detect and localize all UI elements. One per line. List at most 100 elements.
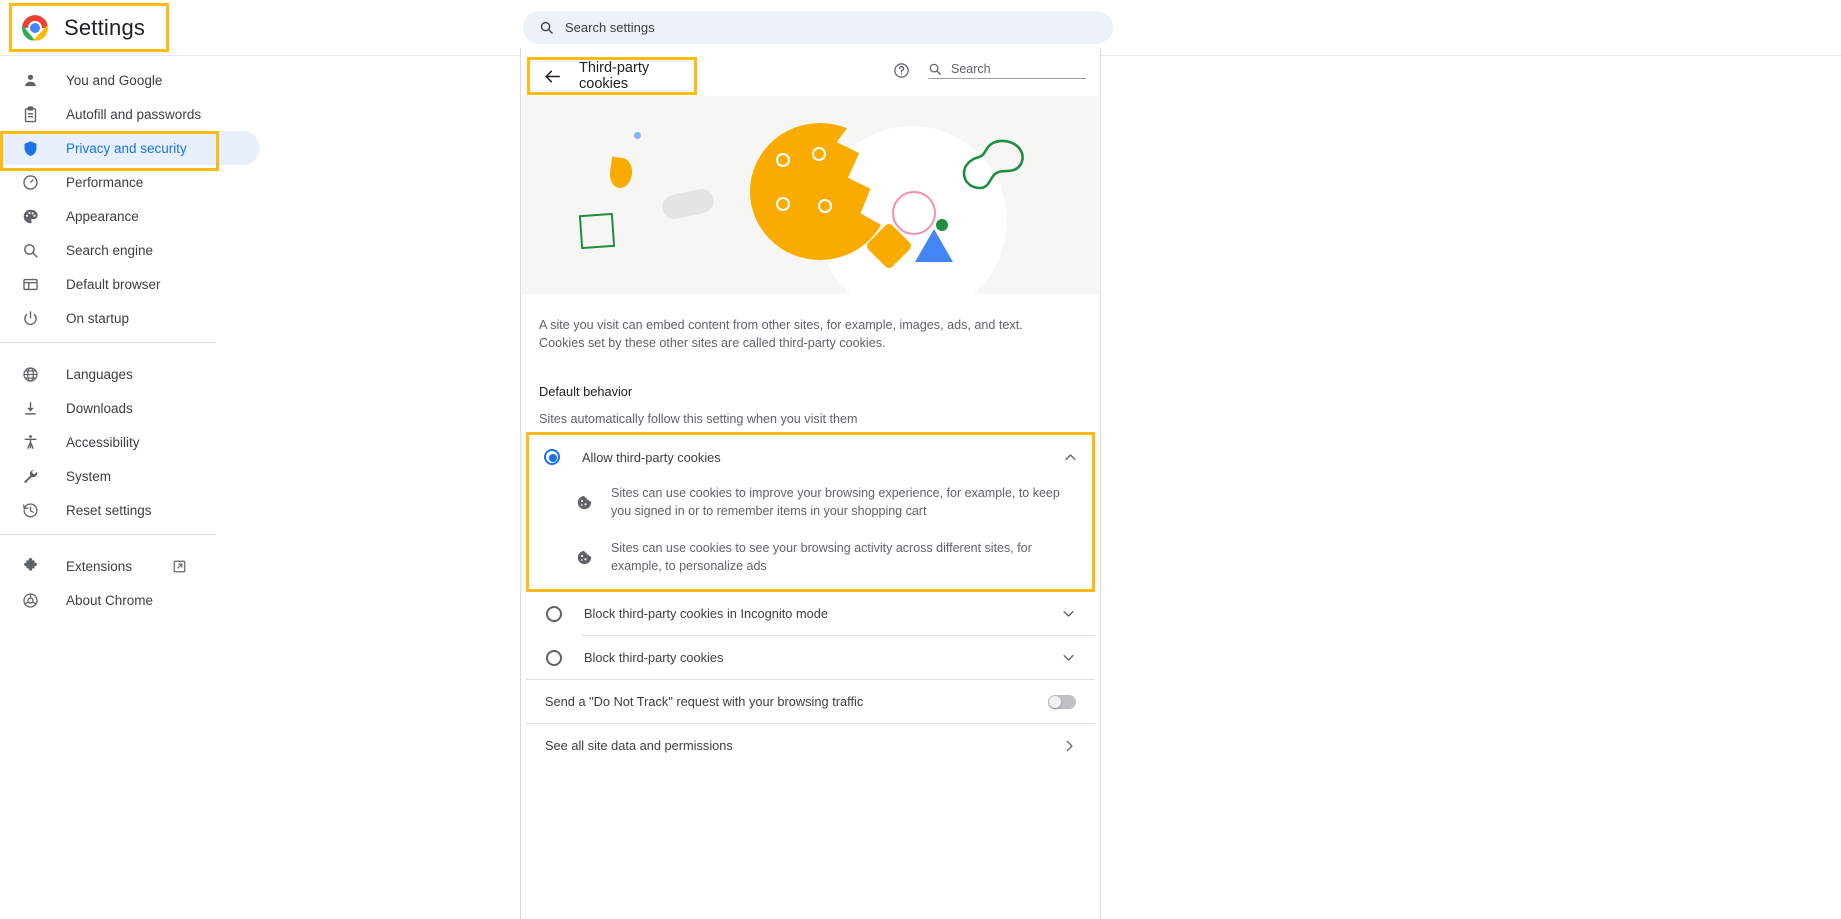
sidebar-item-autofill-and-passwords[interactable]: Autofill and passwords	[0, 97, 260, 131]
help-circle-icon[interactable]	[893, 62, 910, 79]
sidebar-item-label: Reset settings	[66, 502, 152, 518]
chevron-down-icon[interactable]	[1061, 606, 1076, 621]
clipboard-icon	[20, 104, 40, 124]
radio-option-block-third-party[interactable]: Block third-party cookies	[526, 636, 1095, 679]
search-icon	[928, 62, 942, 76]
open-in-new-icon[interactable]	[172, 559, 187, 574]
puzzle-piece-icon	[20, 556, 40, 576]
history-restore-icon	[20, 500, 40, 520]
sidebar-item-label: Default browser	[66, 276, 161, 292]
radio-button-unselected[interactable]	[545, 605, 563, 623]
sidebar-item-languages[interactable]: Languages	[0, 357, 260, 391]
radio-option-label: Block third-party cookies in Incognito m…	[584, 606, 828, 621]
allow-bullet-2: Sites can use cookies to see your browsi…	[529, 534, 1092, 589]
sidebar-item-label: Extensions	[66, 558, 133, 574]
page-title: Settings	[64, 14, 146, 40]
sidebar-item-label: About Chrome	[66, 592, 154, 608]
blue-triangle-shape	[915, 229, 953, 262]
radio-button-unselected[interactable]	[545, 649, 563, 667]
person-icon	[20, 70, 40, 90]
chevron-up-icon[interactable]	[1063, 450, 1078, 465]
default-behavior-title: Default behavior	[539, 384, 633, 399]
sidebar-item-you-and-google[interactable]: You and Google	[0, 63, 260, 97]
back-and-heading[interactable]: Third-party cookies	[527, 57, 697, 95]
sidebar-item-search-engine[interactable]: Search engine	[0, 233, 260, 267]
magnifier-icon	[20, 240, 40, 260]
sidebar-item-accessibility[interactable]: Accessibility	[0, 425, 260, 459]
green-square-shape	[578, 212, 616, 250]
allow-bullet-text: Sites can use cookies to see your browsi…	[611, 541, 1032, 573]
radio-button-selected[interactable]	[543, 448, 561, 466]
sidebar-group-footer: Extensions About Chrome	[0, 549, 519, 617]
content-header: Third-party cookies Search	[521, 48, 1100, 96]
sidebar-item-label: Performance	[66, 174, 144, 190]
sidebar-item-label: Accessibility	[66, 434, 140, 450]
content-heading: Third-party cookies	[579, 60, 650, 92]
sidebar-item-system[interactable]: System	[0, 459, 260, 493]
sidebar-item-about-chrome[interactable]: About Chrome	[0, 583, 260, 617]
gray-pill-shape	[660, 186, 716, 222]
green-blob-shape	[962, 138, 1034, 192]
back-arrow-icon[interactable]	[543, 67, 562, 86]
globe-icon	[20, 364, 40, 384]
shield-icon	[20, 138, 40, 158]
accessibility-icon	[20, 432, 40, 452]
search-settings-input[interactable]: Search settings	[523, 11, 1113, 44]
cookie-icon	[576, 494, 593, 520]
sidebar-divider-1	[0, 342, 216, 343]
radio-option-block-incognito[interactable]: Block third-party cookies in Incognito m…	[526, 592, 1095, 635]
default-behavior-subtitle: Sites automatically follow this setting …	[539, 412, 858, 426]
sidebar-item-performance[interactable]: Performance	[0, 165, 260, 199]
wrench-icon	[20, 466, 40, 486]
main-content-panel: Third-party cookies Search A site you vi…	[520, 48, 1101, 919]
header-actions: Search	[893, 62, 1086, 79]
cookie-icon	[576, 549, 593, 575]
palette-icon	[20, 206, 40, 226]
radio-option-allow-third-party-cookies[interactable]: Allow third-party cookies	[529, 435, 1092, 479]
download-icon	[20, 398, 40, 418]
search-settings-placeholder-text: Search settings	[565, 20, 655, 35]
allow-bullet-text: Sites can use cookies to improve your br…	[611, 486, 1060, 518]
sidebar-divider-2	[0, 534, 216, 535]
radio-option-label: Allow third-party cookies	[582, 449, 721, 465]
sidebar-item-extensions[interactable]: Extensions	[0, 549, 260, 583]
allow-option-highlight-box: Allow third-party cookies Sites can use …	[526, 432, 1095, 592]
sidebar-item-label: System	[66, 468, 112, 484]
sidebar-item-downloads[interactable]: Downloads	[0, 391, 260, 425]
sidebar-item-reset-settings[interactable]: Reset settings	[0, 493, 260, 527]
cookie-illustration	[522, 96, 1099, 294]
sidebar-item-label: On startup	[66, 310, 130, 326]
yellow-drop-shape	[608, 156, 634, 190]
chevron-down-icon[interactable]	[1061, 650, 1076, 665]
radio-option-label: Block third-party cookies	[584, 650, 724, 665]
do-not-track-label: Send a "Do Not Track" request with your …	[545, 694, 864, 709]
sidebar-item-default-browser[interactable]: Default browser	[0, 267, 260, 301]
sidebar-item-on-startup[interactable]: On startup	[0, 301, 260, 335]
speedometer-icon	[20, 172, 40, 192]
search-icon	[539, 20, 554, 35]
do-not-track-toggle[interactable]	[1048, 694, 1076, 709]
blue-dot-shape	[634, 132, 641, 139]
chevron-right-icon[interactable]	[1062, 739, 1076, 753]
content-search-placeholder-text: Search	[951, 62, 991, 76]
chrome-logo-icon	[22, 14, 48, 41]
cookies-description: A site you visit can embed content from …	[539, 318, 1023, 350]
sidebar-group-main: You and Google Autofill and passwords Pr…	[0, 63, 519, 335]
sidebar-group-secondary: Languages Downloads Accessibility System…	[0, 357, 519, 527]
sidebar-item-appearance[interactable]: Appearance	[0, 199, 260, 233]
do-not-track-row[interactable]: Send a "Do Not Track" request with your …	[526, 680, 1095, 723]
see-all-site-data-row[interactable]: See all site data and permissions	[526, 724, 1095, 767]
settings-brand[interactable]: Settings	[9, 3, 169, 52]
sidebar-navigation: You and Google Autofill and passwords Pr…	[0, 56, 519, 919]
sidebar-item-label: Autofill and passwords	[66, 106, 202, 122]
sidebar-item-label: Downloads	[66, 400, 133, 416]
sidebar-item-privacy-and-security[interactable]: Privacy and security	[0, 131, 260, 165]
sidebar-item-label: Languages	[66, 366, 133, 382]
content-search-input[interactable]: Search	[928, 62, 1086, 79]
see-all-site-data-label: See all site data and permissions	[545, 738, 733, 753]
sidebar-item-label: You and Google	[66, 72, 163, 88]
browser-window-icon	[20, 274, 40, 294]
allow-bullet-1: Sites can use cookies to improve your br…	[529, 479, 1092, 534]
sidebar-item-label: Appearance	[66, 208, 139, 224]
chrome-outline-icon	[20, 590, 40, 610]
